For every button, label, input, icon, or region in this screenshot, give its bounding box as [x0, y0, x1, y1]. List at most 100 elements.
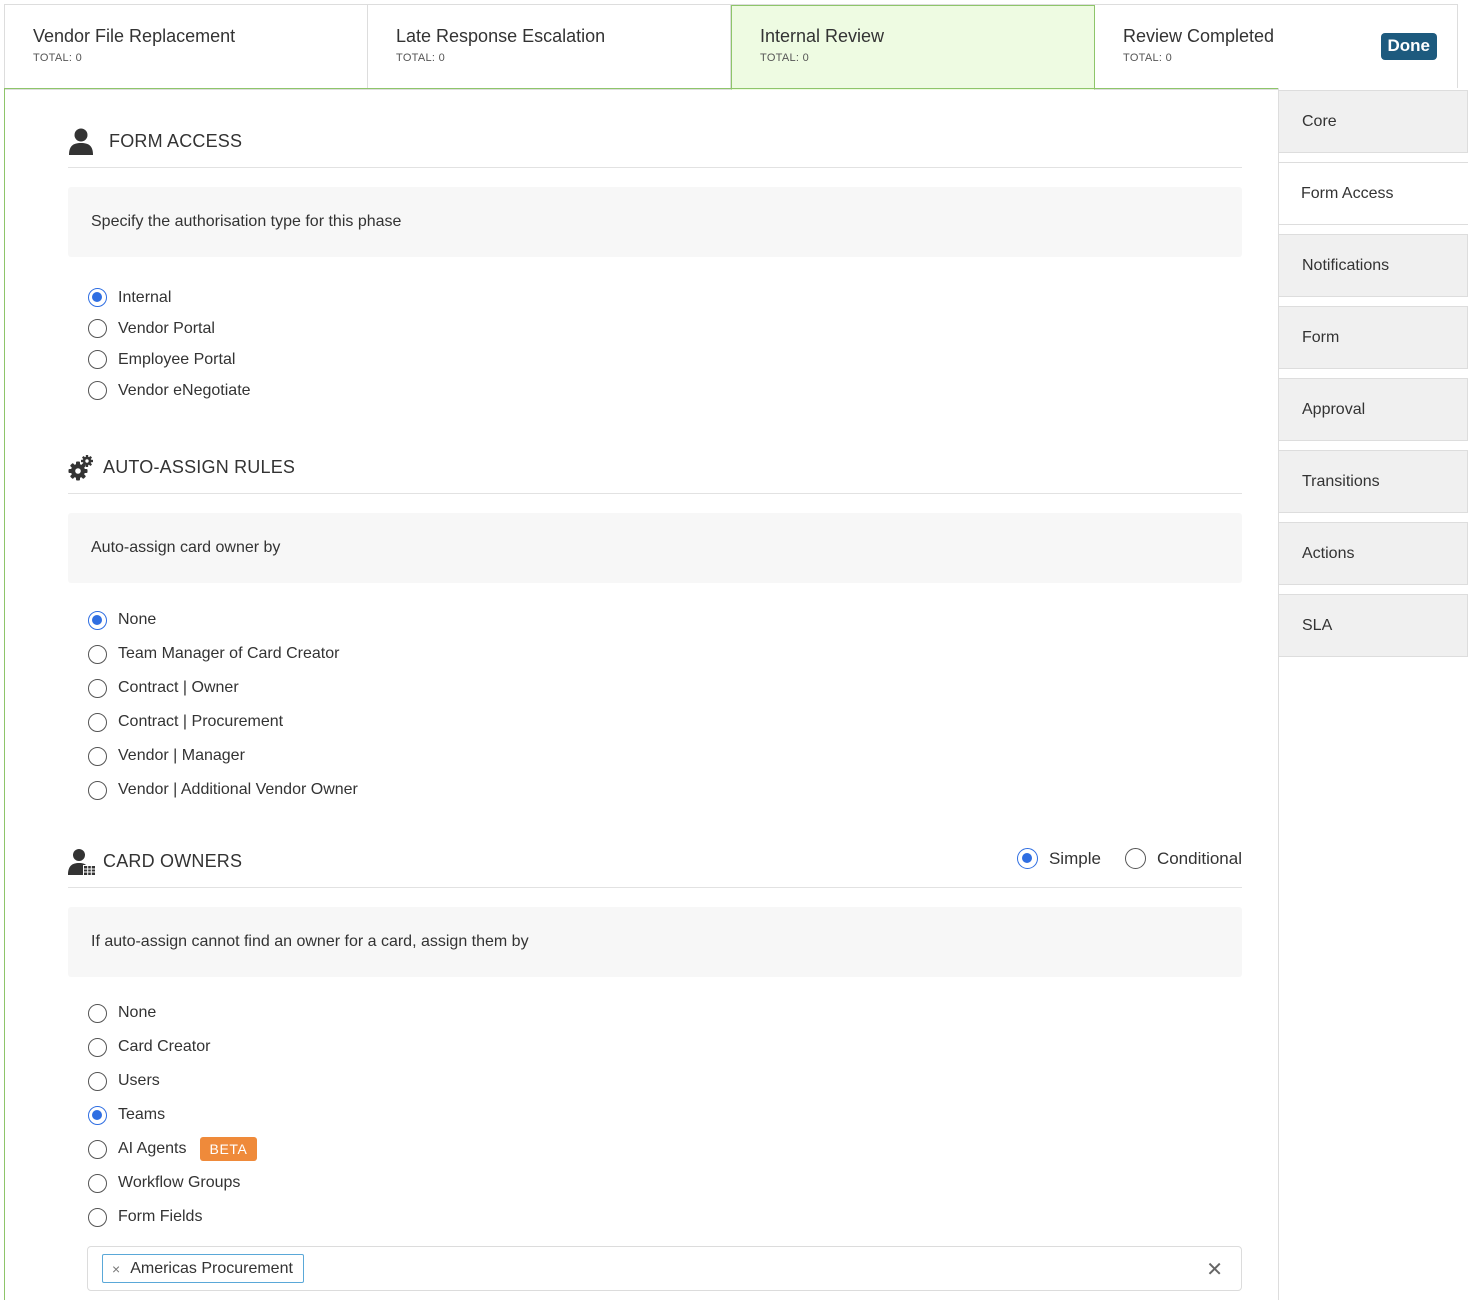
radio-option-form-fields[interactable]: Form Fields	[88, 1200, 1242, 1234]
radio-label: Vendor eNegotiate	[118, 381, 251, 399]
radio-button[interactable]	[88, 780, 107, 800]
chip-remove-icon[interactable]: ×	[112, 1261, 120, 1277]
gears-icon	[68, 453, 98, 483]
radio-option-employee-portal[interactable]: Employee Portal	[88, 344, 1242, 375]
selected-team-chip: × Americas Procurement	[102, 1254, 304, 1283]
side-nav-item-form[interactable]: Form	[1279, 306, 1468, 369]
radio-label: Team Manager of Card Creator	[118, 645, 340, 662]
card-owners-section: CARD OWNERS Simple Conditional If auto-a…	[68, 836, 1242, 1234]
radio-label: None	[118, 611, 157, 628]
radio-label: Users	[118, 1072, 160, 1089]
section-title: FORM ACCESS	[109, 131, 243, 151]
phase-tab-late-response-escalation[interactable]: Late Response Escalation TOTAL: 0	[368, 5, 731, 90]
section-title: AUTO-ASSIGN RULES	[103, 457, 296, 477]
radio-button[interactable]	[1016, 848, 1038, 869]
side-nav-item-approval[interactable]: Approval	[1279, 378, 1468, 441]
user-table-icon	[68, 847, 98, 877]
phase-tab-review-completed[interactable]: Review Completed TOTAL: 0 Done	[1095, 5, 1458, 90]
side-nav-item-core[interactable]: Core	[1279, 90, 1468, 153]
clear-selection-icon[interactable]: ✕	[1206, 1257, 1223, 1282]
auto-assign-header: AUTO-ASSIGN RULES	[68, 442, 1242, 494]
radio-option-vendor-portal[interactable]: Vendor Portal	[88, 313, 1242, 344]
radio-button[interactable]	[88, 644, 107, 664]
radio-button[interactable]	[88, 1139, 107, 1159]
radio-label: Employee Portal	[118, 350, 236, 368]
phase-total: TOTAL: 0	[396, 52, 446, 64]
radio-option-vendor-additional-vendor-owner[interactable]: Vendor | Additional Vendor Owner	[88, 773, 1242, 807]
radio-button[interactable]	[88, 288, 107, 307]
radio-option-internal[interactable]: Internal	[88, 282, 1242, 313]
radio-label: Teams	[118, 1106, 166, 1123]
phase-total: TOTAL: 0	[760, 52, 810, 64]
card-owners-mode-toggle: Simple Conditional	[1016, 848, 1242, 869]
radio-button[interactable]	[88, 1105, 107, 1125]
radio-label: Simple	[1048, 848, 1101, 868]
radio-button[interactable]	[88, 1003, 107, 1023]
phase-name: Vendor File Replacement	[33, 26, 236, 46]
radio-option-team-manager-of-card-creator[interactable]: Team Manager of Card Creator	[88, 637, 1242, 671]
form-access-header: FORM ACCESS	[68, 116, 1242, 168]
auto-assign-options: None Team Manager of Card Creator Contra…	[88, 603, 1242, 807]
radio-button[interactable]	[88, 746, 107, 766]
radio-button[interactable]	[88, 381, 107, 400]
radio-button[interactable]	[88, 678, 107, 698]
side-nav-item-transitions[interactable]: Transitions	[1279, 450, 1468, 513]
radio-label: Internal	[118, 288, 172, 306]
radio-label: Conditional	[1156, 848, 1242, 868]
radio-button[interactable]	[88, 1207, 107, 1227]
radio-label: AI Agents	[118, 1140, 187, 1157]
radio-option-teams[interactable]: Teams	[88, 1098, 1242, 1132]
form-access-section: FORM ACCESS Specify the authorisation ty…	[68, 116, 1242, 406]
radio-option-card-creator[interactable]: Card Creator	[88, 1030, 1242, 1064]
user-icon	[68, 127, 98, 157]
radio-button[interactable]	[1124, 848, 1146, 869]
team-select-input[interactable]: × Americas Procurement ✕	[87, 1246, 1242, 1291]
card-owner-options: None Card Creator Users Teams AI Agents …	[88, 996, 1242, 1234]
beta-badge: BETA	[199, 1137, 258, 1161]
side-nav-item-form-access[interactable]: Form Access	[1279, 162, 1468, 225]
radio-label: Contract | Procurement	[118, 713, 284, 730]
radio-option-contract-procurement[interactable]: Contract | Procurement	[88, 705, 1242, 739]
radio-option-none[interactable]: None	[88, 603, 1242, 637]
radio-button[interactable]	[88, 1071, 107, 1091]
radio-label: Vendor | Manager	[118, 747, 245, 764]
radio-option-users[interactable]: Users	[88, 1064, 1242, 1098]
radio-option-vendor-manager[interactable]: Vendor | Manager	[88, 739, 1242, 773]
radio-label: Card Creator	[118, 1038, 211, 1055]
side-nav-item-notifications[interactable]: Notifications	[1279, 234, 1468, 297]
radio-button[interactable]	[88, 350, 107, 369]
radio-label: Vendor | Additional Vendor Owner	[118, 781, 358, 798]
radio-label: Contract | Owner	[118, 679, 239, 696]
radio-option-contract-owner[interactable]: Contract | Owner	[88, 671, 1242, 705]
phase-tab-internal-review[interactable]: Internal Review TOTAL: 0	[731, 5, 1095, 90]
radio-label: Workflow Groups	[118, 1174, 241, 1191]
auto-assign-section: AUTO-ASSIGN RULES Auto-assign card owner…	[68, 442, 1242, 807]
radio-option-workflow-groups[interactable]: Workflow Groups	[88, 1166, 1242, 1200]
radio-option-vendor-enegotiate[interactable]: Vendor eNegotiate	[88, 375, 1242, 406]
radio-option-ai-agents[interactable]: AI Agents BETA	[88, 1132, 1242, 1166]
radio-button[interactable]	[88, 610, 107, 630]
side-nav-item-sla[interactable]: SLA	[1279, 594, 1468, 657]
phase-tabs: Vendor File Replacement TOTAL: 0 Late Re…	[4, 4, 1458, 90]
phase-total: TOTAL: 0	[33, 52, 83, 64]
chip-label: Americas Procurement	[130, 1259, 293, 1277]
card-owners-header: CARD OWNERS Simple Conditional	[68, 836, 1242, 888]
radio-label: Vendor Portal	[118, 319, 215, 337]
done-badge: Done	[1380, 33, 1437, 60]
radio-button[interactable]	[88, 319, 107, 338]
phase-settings-panel: FORM ACCESS Specify the authorisation ty…	[4, 88, 1279, 1300]
form-access-instruction: Specify the authorisation type for this …	[68, 187, 1242, 257]
radio-button[interactable]	[88, 1173, 107, 1193]
radio-label: None	[118, 1004, 157, 1021]
mode-option-conditional[interactable]: Conditional	[1124, 848, 1242, 869]
phase-name: Internal Review	[760, 26, 885, 46]
mode-option-simple[interactable]: Simple	[1016, 848, 1101, 869]
section-title: CARD OWNERS	[103, 851, 243, 871]
radio-button[interactable]	[88, 1037, 107, 1057]
radio-option-none[interactable]: None	[88, 996, 1242, 1030]
phase-name: Late Response Escalation	[396, 26, 606, 46]
phase-tab-vendor-file-replacement[interactable]: Vendor File Replacement TOTAL: 0	[4, 5, 368, 90]
side-nav-item-actions[interactable]: Actions	[1279, 522, 1468, 585]
authorisation-type-options: Internal Vendor Portal Employee Portal V…	[88, 282, 1242, 406]
radio-button[interactable]	[88, 712, 107, 732]
